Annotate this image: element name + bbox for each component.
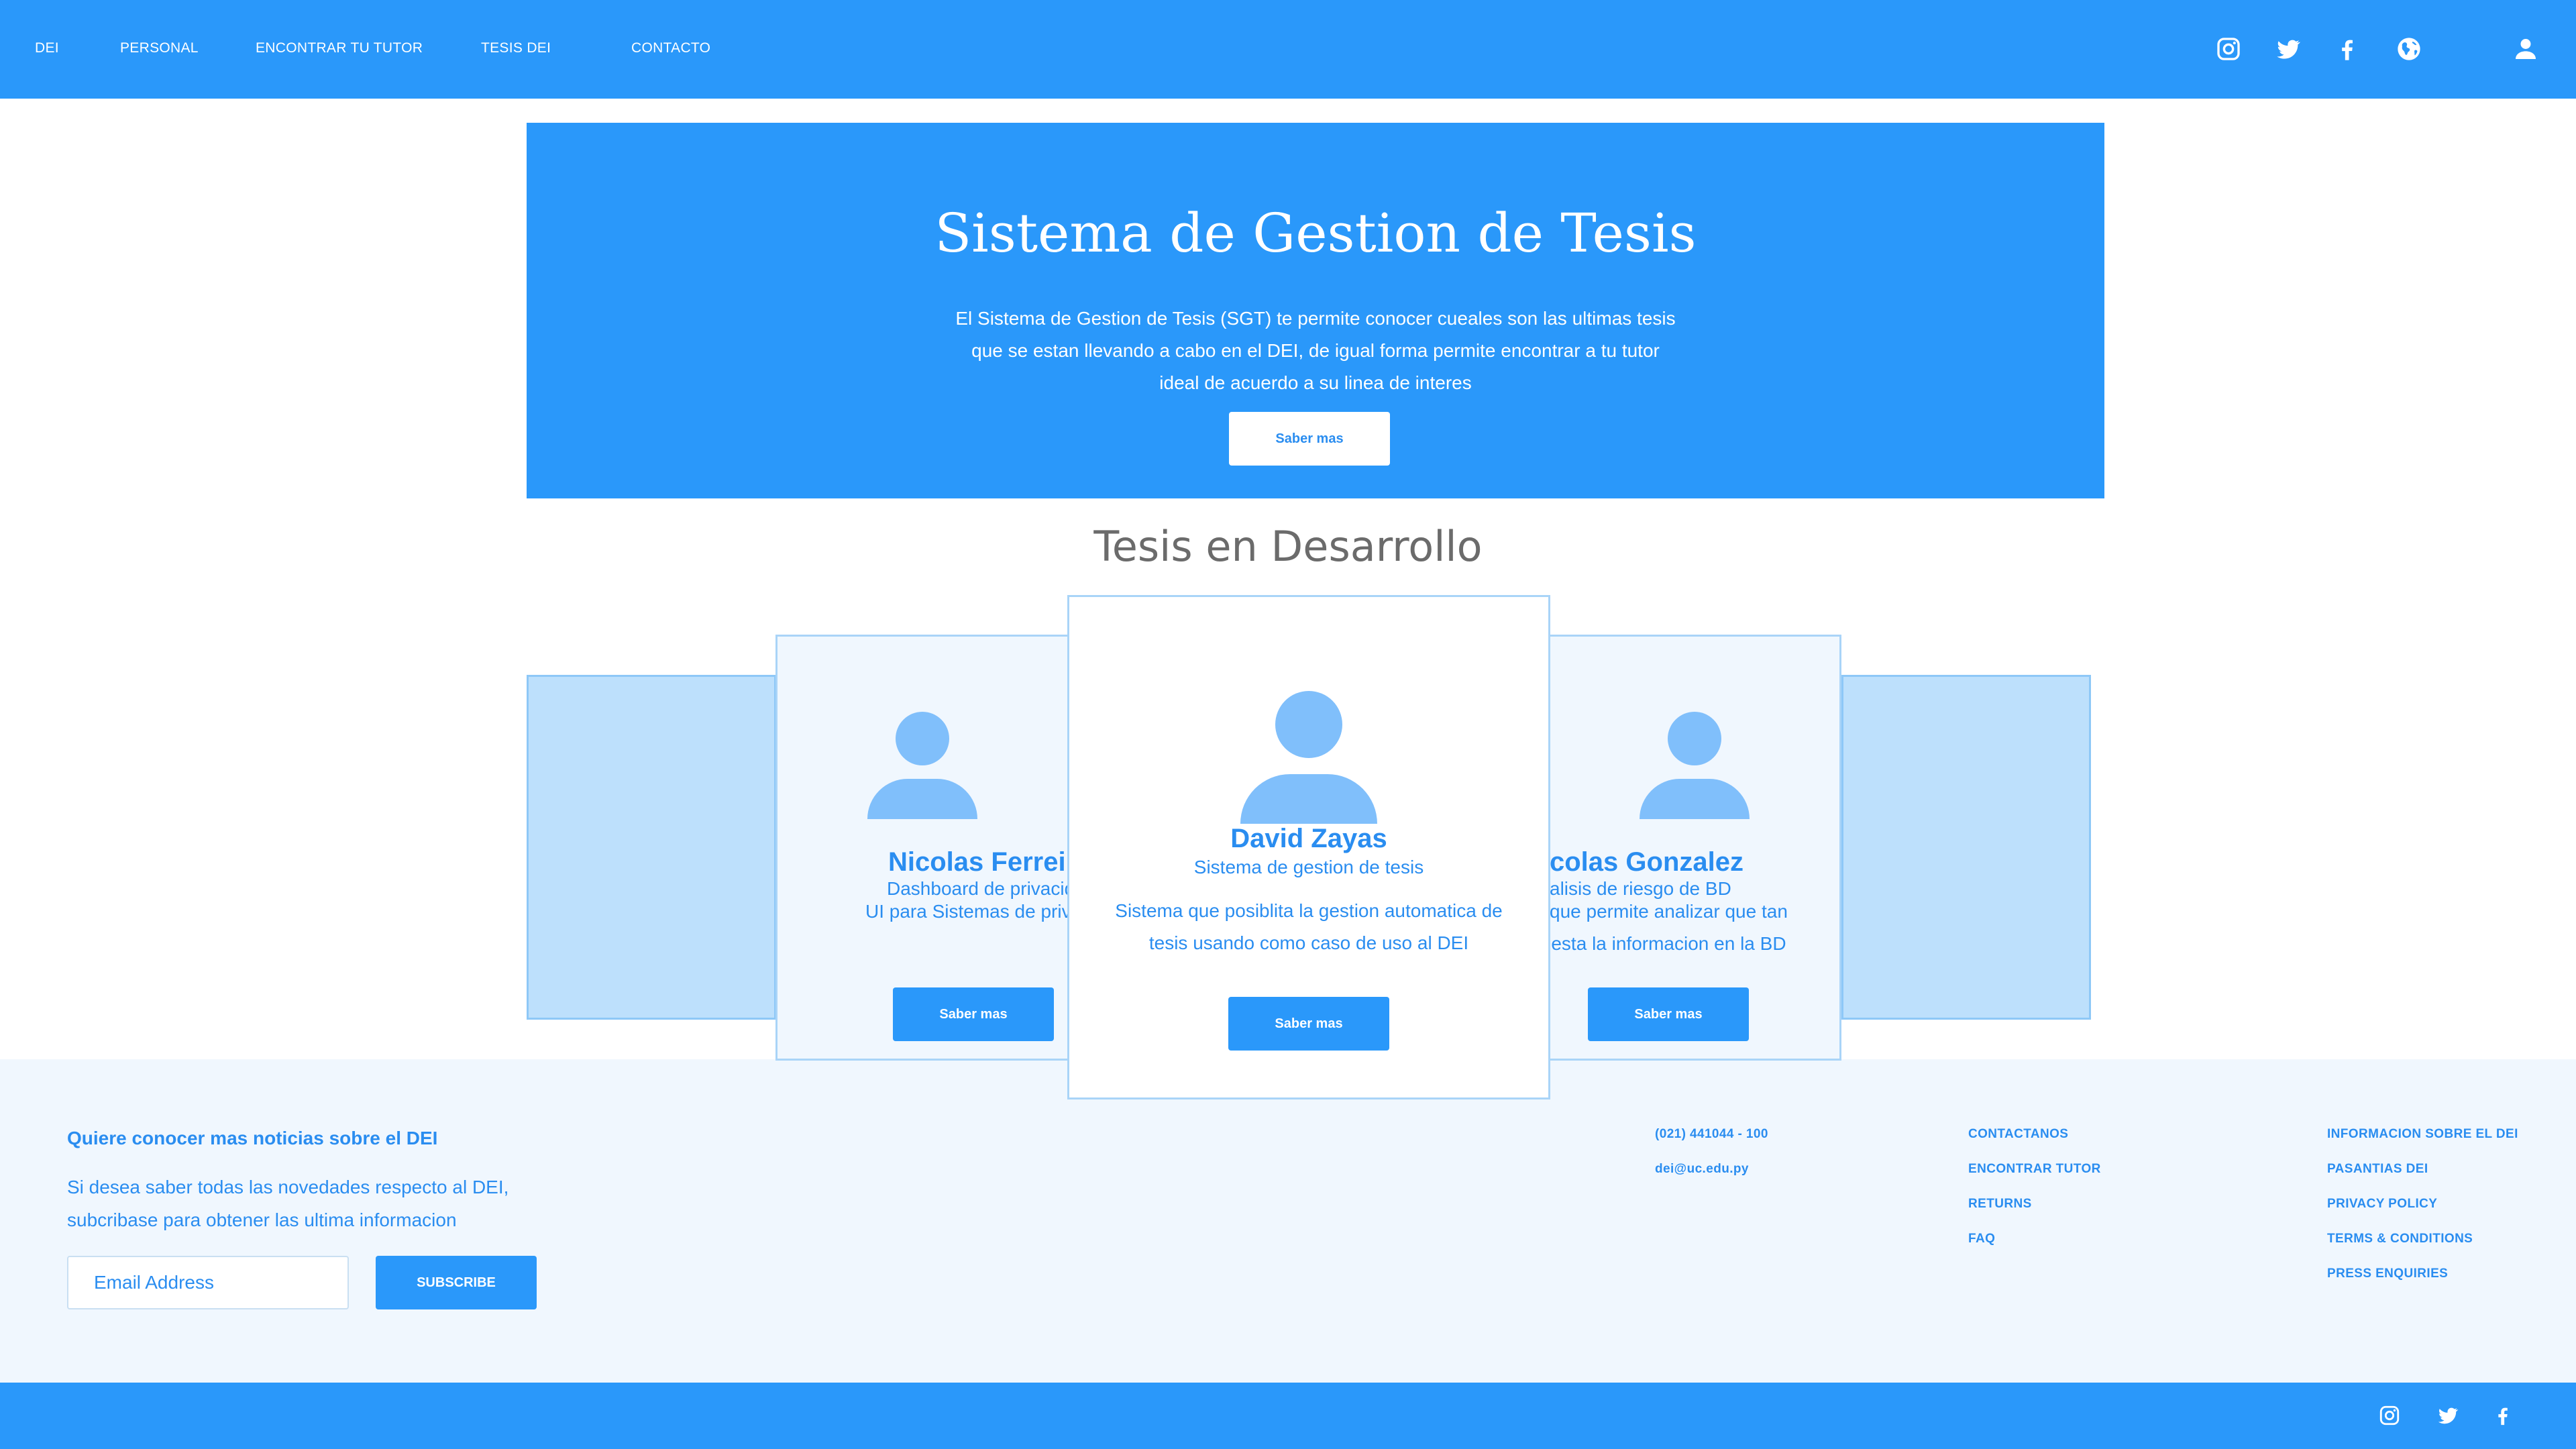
newsletter-text-line: subcribase para obtener las ultima infor… [67, 1210, 457, 1230]
hero-description-line: El Sistema de Gestion de Tesis (SGT) te … [955, 308, 1676, 329]
email-link[interactable]: dei@uc.edu.py [1655, 1161, 1768, 1196]
twitter-icon[interactable] [2275, 36, 2302, 62]
thesis-card-center[interactable]: David Zayas Sistema de gestion de tesis … [1067, 595, 1550, 1099]
twitter-icon[interactable] [2436, 1404, 2459, 1427]
card-description-line: que permite analizar que tan [1550, 901, 1788, 922]
footer-link-terms[interactable]: TERMS & CONDITIONS [2327, 1231, 2518, 1266]
hero-saber-mas-button[interactable]: Saber mas [1229, 412, 1390, 466]
card-saber-mas-button[interactable]: Saber mas [1228, 997, 1389, 1051]
footer-link-pasantias[interactable]: PASANTIAS DEI [2327, 1161, 2518, 1196]
footer: Quiere conocer mas noticias sobre el DEI… [0, 1059, 2576, 1383]
card-description: Sistema que posiblita la gestion automat… [1069, 895, 1548, 959]
card-saber-mas-button[interactable]: Saber mas [893, 987, 1054, 1041]
footer-links-column-2: INFORMACION SOBRE EL DEI PASANTIAS DEI P… [2327, 1126, 2518, 1301]
newsletter-text: Si desea saber todas las novedades respe… [67, 1171, 550, 1236]
hero-title: Sistema de Gestion de Tesis [934, 202, 1697, 264]
user-icon[interactable] [2512, 36, 2539, 62]
bottom-bar [0, 1383, 2576, 1449]
footer-link-contactanos[interactable]: CONTACTANOS [1968, 1126, 2101, 1161]
instagram-icon[interactable] [2215, 36, 2242, 62]
hero-description-line: ideal de acuerdo a su linea de interes [1159, 372, 1472, 393]
instagram-icon[interactable] [2378, 1404, 2401, 1427]
section-title: Tesis en Desarrollo [1093, 522, 1483, 571]
hero-description: El Sistema de Gestion de Tesis (SGT) te … [940, 303, 1691, 399]
facebook-icon[interactable] [2491, 1404, 2514, 1427]
globe-icon[interactable] [2396, 36, 2422, 62]
card-subtitle: Sistema de gestion de tesis [1193, 857, 1424, 877]
card-saber-mas-button[interactable]: Saber mas [1588, 987, 1749, 1041]
phone-link[interactable]: (021) 441044 - 100 [1655, 1126, 1768, 1161]
footer-link-privacy-policy[interactable]: PRIVACY POLICY [2327, 1196, 2518, 1231]
card-name: Nicolas Ferrei [888, 847, 1066, 877]
card-description-line: Sistema que posiblita la gestion automat… [1115, 900, 1503, 921]
nav-link-tesis-dei[interactable]: TESIS DEI [481, 40, 551, 56]
footer-link-faq[interactable]: FAQ [1968, 1231, 2101, 1266]
card-name: David Zayas [1230, 824, 1387, 853]
card-description-line: tesis usando como caso de uso al DEI [1148, 932, 1469, 953]
top-navbar: DEI PERSONAL ENCONTRAR TU TUTOR TESIS DE… [0, 0, 2576, 99]
footer-link-returns[interactable]: RETURNS [1968, 1196, 2101, 1231]
footer-contact-column: (021) 441044 - 100 dei@uc.edu.py [1655, 1126, 1768, 1196]
card-description-line: esta la informacion en la BD [1551, 933, 1786, 954]
nav-link-contacto[interactable]: CONTACTO [631, 40, 710, 56]
carousel-slide-right-back[interactable] [1841, 675, 2091, 1020]
email-input[interactable] [67, 1256, 349, 1309]
newsletter-text-line: Si desea saber todas las novedades respe… [67, 1177, 509, 1197]
hero-banner: Sistema de Gestion de Tesis El Sistema d… [527, 123, 2104, 498]
card-description: UI para Sistemas de priv [865, 901, 1069, 922]
facebook-icon[interactable] [2334, 36, 2361, 62]
card-description: que permite analizar que tan esta la inf… [1550, 896, 1788, 960]
footer-links-column-1: CONTACTANOS ENCONTRAR TUTOR RETURNS FAQ [1968, 1126, 2101, 1266]
carousel-slide-left-back[interactable] [527, 675, 776, 1020]
card-name: colas Gonzalez [1550, 847, 1743, 877]
footer-link-press[interactable]: PRESS ENQUIRIES [2327, 1266, 2518, 1301]
nav-link-dei[interactable]: DEI [35, 40, 59, 56]
thesis-card-right[interactable]: colas Gonzalez alisis de riesgo de BD qu… [1548, 635, 1841, 1061]
thesis-card-left[interactable]: Nicolas Ferrei Dashboard de privacid UI … [775, 635, 1069, 1061]
nav-link-personal[interactable]: PERSONAL [120, 40, 199, 56]
nav-link-encontrar-tutor[interactable]: ENCONTRAR TU TUTOR [256, 40, 423, 56]
subscribe-button[interactable]: SUBSCRIBE [376, 1256, 537, 1309]
footer-link-informacion-dei[interactable]: INFORMACION SOBRE EL DEI [2327, 1126, 2518, 1161]
hero-description-line: que se estan llevando a cabo en el DEI, … [971, 340, 1660, 361]
newsletter-heading: Quiere conocer mas noticias sobre el DEI [67, 1128, 438, 1148]
footer-link-encontrar-tutor[interactable]: ENCONTRAR TUTOR [1968, 1161, 2101, 1196]
